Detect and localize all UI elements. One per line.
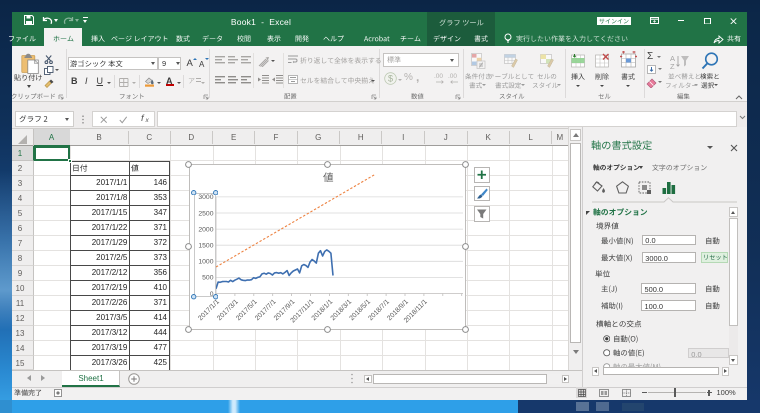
svg-text:Z: Z: [670, 62, 675, 70]
svg-text:$: $: [388, 74, 393, 84]
